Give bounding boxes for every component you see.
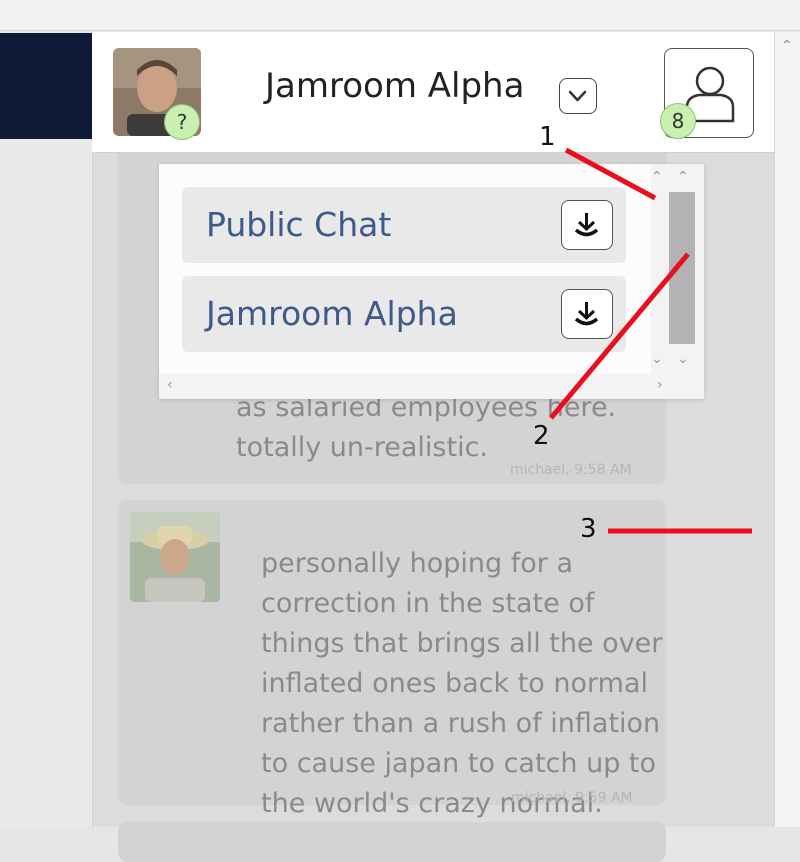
room-item-label: Jamroom Alpha <box>206 294 458 333</box>
chat-message <box>118 822 666 862</box>
annotation-label-1: 1 <box>539 122 556 152</box>
message-meta: michael, 9:59 AM <box>511 790 633 806</box>
room-dropdown-menu: Public Chat Jamroom Alpha ⌃ ⌃ ⌄ ⌄ ‹ › <box>159 164 704 399</box>
annotation-label-2: 2 <box>533 421 550 451</box>
download-icon <box>574 213 599 237</box>
page-content-area <box>0 139 92 827</box>
sender-photo-icon <box>130 512 220 602</box>
page-scrollbar[interactable]: ⌃ <box>774 32 800 827</box>
message-meta: michael, 9:58 AM <box>510 462 632 478</box>
help-badge[interactable]: ? <box>164 104 200 140</box>
menu-horizontal-scrollbar[interactable]: ‹ › <box>159 374 704 399</box>
room-item-label: Public Chat <box>206 205 392 244</box>
message-line: to cause japan to catch up to <box>261 748 657 779</box>
room-item-jamroom-alpha[interactable]: Jamroom Alpha <box>182 276 626 352</box>
scroll-down-arrow-icon[interactable]: ⌄ <box>677 352 689 366</box>
message-line: personally hoping for a <box>261 548 574 579</box>
scroll-down-arrow-icon[interactable]: ⌄ <box>651 352 663 366</box>
message-line: inflated ones back to normal <box>261 668 649 699</box>
room-dropdown-button[interactable] <box>559 78 597 114</box>
message-line: totally un-realistic. <box>236 432 489 463</box>
menu-vertical-scrollbar[interactable]: ⌃ ⌃ ⌄ ⌄ <box>651 164 704 374</box>
browser-top-bar <box>0 0 800 31</box>
scroll-up-arrow-icon[interactable]: ⌃ <box>677 170 689 184</box>
notification-badge[interactable]: 8 <box>660 103 696 139</box>
scrollbar-thumb[interactable] <box>669 192 695 344</box>
scroll-up-arrow-icon[interactable]: ⌃ <box>651 170 663 184</box>
room-title: Jamroom Alpha <box>265 66 525 106</box>
room-item-public-chat[interactable]: Public Chat <box>182 187 626 263</box>
scroll-left-arrow-icon[interactable]: ‹ <box>167 378 173 392</box>
sender-avatar[interactable] <box>130 512 220 602</box>
download-icon <box>574 302 599 326</box>
room-list: Public Chat Jamroom Alpha <box>159 164 651 374</box>
scroll-right-arrow-icon[interactable]: › <box>657 378 663 392</box>
message-line: correction in the state of <box>261 588 595 619</box>
annotation-label-3: 3 <box>580 514 597 544</box>
chat-message: personally hoping for a correction in th… <box>118 500 666 819</box>
chevron-down-icon <box>568 90 587 102</box>
message-line: things that brings all the over <box>261 628 663 659</box>
message-line: rather than a rush of inflation <box>261 708 661 739</box>
site-header-dark <box>0 33 92 139</box>
scroll-up-arrow-icon[interactable]: ⌃ <box>781 38 793 54</box>
join-room-button[interactable] <box>561 200 613 250</box>
join-room-button[interactable] <box>561 289 613 339</box>
